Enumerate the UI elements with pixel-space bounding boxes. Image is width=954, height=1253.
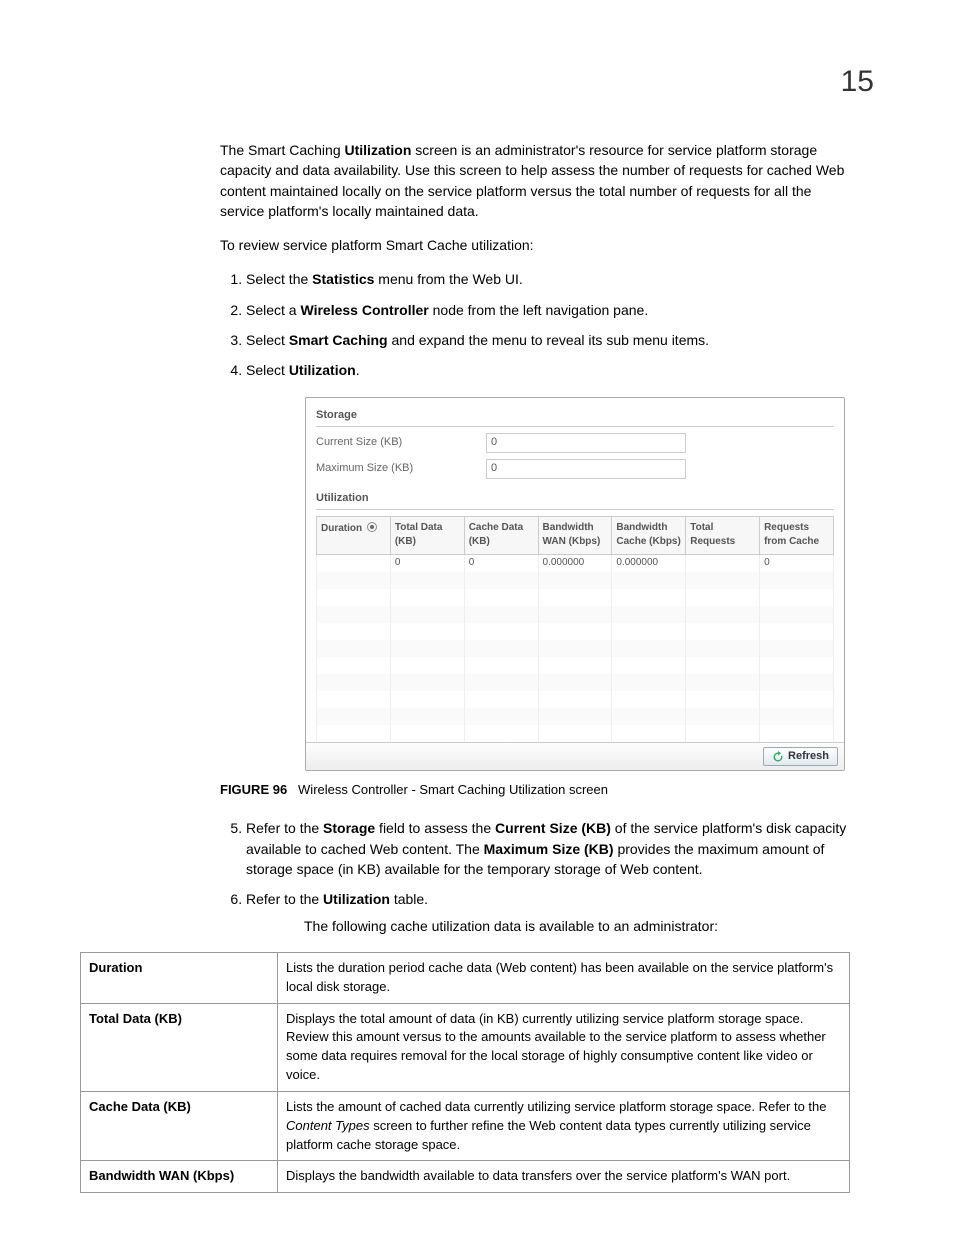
desc-text-totaldata: Displays the total amount of data (in KB… <box>278 1003 850 1091</box>
col-cache-data[interactable]: Cache Data (KB) <box>464 516 538 554</box>
intro-bold: Utilization <box>345 142 412 158</box>
col-req-cache[interactable]: Requests from Cache <box>760 516 834 554</box>
intro-paragraph: The Smart Caching Utilization screen is … <box>220 140 855 221</box>
col-bw-cache[interactable]: Bandwidth Cache (Kbps) <box>612 516 686 554</box>
refresh-icon <box>772 751 784 763</box>
col-duration[interactable]: Duration <box>317 516 391 554</box>
max-size-row: Maximum Size (KB) 0 <box>316 459 834 479</box>
step-2: Select a Wireless Controller node from t… <box>246 300 855 320</box>
table-row[interactable]: 0 0 0.000000 0.000000 0 <box>317 554 834 572</box>
desc-text-duration: Lists the duration period cache data (We… <box>278 952 850 1003</box>
table-row: Duration Lists the duration period cache… <box>81 952 850 1003</box>
figure-caption: FIGURE 96 Wireless Controller - Smart Ca… <box>220 781 855 800</box>
desc-label-duration: Duration <box>81 952 278 1003</box>
steps-list: Select the Statistics menu from the Web … <box>220 269 855 380</box>
table-row <box>317 606 834 623</box>
current-size-row: Current Size (KB) 0 <box>316 433 834 453</box>
steps-list-continued: Refer to the Storage field to assess the… <box>220 818 855 935</box>
max-size-label: Maximum Size (KB) <box>316 461 486 477</box>
table-row: Bandwidth WAN (Kbps) Displays the bandwi… <box>81 1161 850 1193</box>
desc-label-bwwan: Bandwidth WAN (Kbps) <box>81 1161 278 1193</box>
table-row <box>317 640 834 657</box>
page-number: 15 <box>841 60 874 104</box>
description-table: Duration Lists the duration period cache… <box>80 952 850 1193</box>
step-4: Select Utilization. <box>246 360 855 380</box>
refresh-label: Refresh <box>788 749 829 765</box>
storage-group-title: Storage <box>316 406 834 427</box>
col-bw-wan[interactable]: Bandwidth WAN (Kbps) <box>538 516 612 554</box>
refresh-button[interactable]: Refresh <box>763 747 838 767</box>
review-line: To review service platform Smart Cache u… <box>220 235 855 255</box>
table-row <box>317 589 834 606</box>
step-3: Select Smart Caching and expand the menu… <box>246 330 855 350</box>
col-total-req[interactable]: Total Requests <box>686 516 760 554</box>
table-row <box>317 674 834 691</box>
table-row <box>317 708 834 725</box>
table-row <box>317 623 834 640</box>
table-row <box>317 691 834 708</box>
current-size-input[interactable]: 0 <box>486 433 686 453</box>
utilization-screenshot: Storage Current Size (KB) 0 Maximum Size… <box>305 397 845 772</box>
max-size-input[interactable]: 0 <box>486 459 686 479</box>
desc-text-bwwan: Displays the bandwidth available to data… <box>278 1161 850 1193</box>
step-6-sub: The following cache utilization data is … <box>304 916 855 936</box>
step-1: Select the Statistics menu from the Web … <box>246 269 855 289</box>
utilization-group-title: Utilization <box>316 489 834 510</box>
sort-indicator-icon <box>367 522 377 532</box>
table-row <box>317 657 834 674</box>
table-row: Cache Data (KB) Lists the amount of cach… <box>81 1091 850 1161</box>
step-6: Refer to the Utilization table. The foll… <box>246 889 855 936</box>
col-total-data[interactable]: Total Data (KB) <box>390 516 464 554</box>
toolbar: Refresh <box>306 742 844 771</box>
intro-pre: The Smart Caching <box>220 142 345 158</box>
desc-label-cachedata: Cache Data (KB) <box>81 1091 278 1161</box>
figure-label: FIGURE 96 <box>220 782 287 797</box>
table-row <box>317 725 834 742</box>
table-row: Total Data (KB) Displays the total amoun… <box>81 1003 850 1091</box>
current-size-label: Current Size (KB) <box>316 435 486 451</box>
table-row <box>317 572 834 589</box>
utilization-table: Duration Total Data (KB) Cache Data (KB)… <box>316 516 834 742</box>
step-5: Refer to the Storage field to assess the… <box>246 818 855 879</box>
desc-text-cachedata: Lists the amount of cached data currentl… <box>278 1091 850 1161</box>
desc-label-totaldata: Total Data (KB) <box>81 1003 278 1091</box>
figure-text: Wireless Controller - Smart Caching Util… <box>298 782 608 797</box>
